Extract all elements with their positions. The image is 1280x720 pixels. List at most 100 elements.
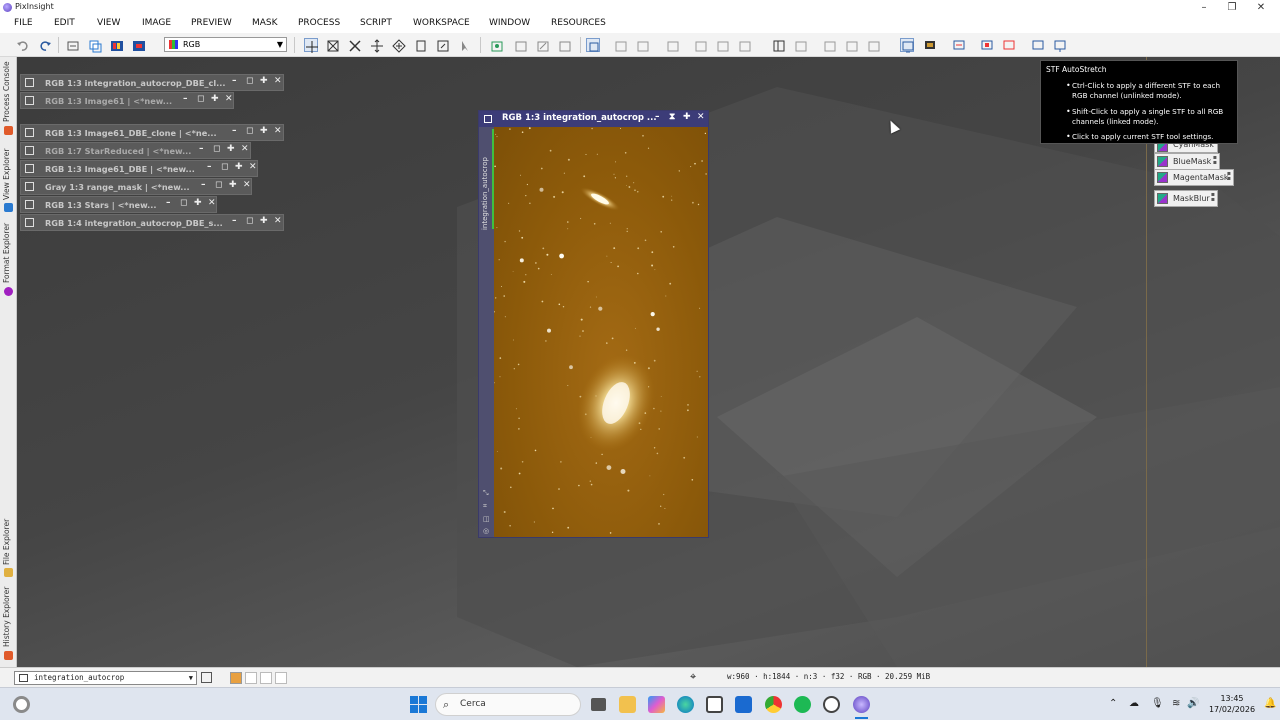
fit-icon[interactable]: ⌗ xyxy=(483,502,487,511)
maximize-icon[interactable]: ✚ xyxy=(227,144,235,154)
menu-image[interactable]: IMAGE xyxy=(142,18,171,28)
menu-resources[interactable]: RESOURCES xyxy=(551,18,606,28)
main-view-tab[interactable]: integration_autocrop xyxy=(481,157,489,230)
view-list-icon[interactable] xyxy=(201,672,212,683)
store-icon[interactable] xyxy=(706,696,723,713)
stf-link-icon[interactable] xyxy=(586,38,600,52)
close-icon[interactable]: ✕ xyxy=(274,126,282,136)
minimize-icon[interactable]: – xyxy=(232,216,237,226)
menu-mask[interactable]: MASK xyxy=(252,18,278,28)
screen-icon-2[interactable] xyxy=(980,38,994,52)
astro-image-canvas[interactable] xyxy=(494,127,708,537)
settings-icon[interactable]: ◎ xyxy=(483,527,489,535)
minimize-icon[interactable]: – xyxy=(232,126,237,136)
pointer-icon[interactable] xyxy=(458,38,472,52)
chrome-icon[interactable] xyxy=(765,696,782,713)
menu-view[interactable]: VIEW xyxy=(97,18,120,28)
undo-icon[interactable] xyxy=(16,38,30,52)
close-icon[interactable]: ✕ xyxy=(225,94,233,104)
icon-window-5[interactable]: RGB 1:3 Image61_DBE | <*new... – ◻ ✚ ✕ xyxy=(20,160,258,177)
close-icon[interactable]: ✕ xyxy=(249,162,257,172)
minimize-icon[interactable]: – xyxy=(166,198,171,208)
task-view-icon[interactable] xyxy=(591,698,606,711)
restore-icon[interactable]: ◻ xyxy=(246,216,253,226)
screen-icon-1[interactable] xyxy=(952,38,966,52)
redo-icon[interactable] xyxy=(38,38,52,52)
shade-icon[interactable]: ⧗ xyxy=(669,112,675,122)
close-icon[interactable]: ✕ xyxy=(241,144,249,154)
restore-icon[interactable]: ◻ xyxy=(180,198,187,208)
volume-icon[interactable]: 🔊 xyxy=(1187,698,1199,709)
start-button[interactable] xyxy=(410,696,427,713)
taskbar-search[interactable]: ⌕ Cerca xyxy=(435,693,581,716)
geometry-icon-11[interactable] xyxy=(867,38,881,52)
maximize-icon[interactable]: ✚ xyxy=(683,112,691,122)
close-icon[interactable]: ✕ xyxy=(243,180,251,190)
view-selector-strip[interactable]: integration_autocrop ⤡ ⌗ ◫ ◎ xyxy=(479,127,494,537)
minimize-icon[interactable]: – xyxy=(201,180,206,190)
edge-icon[interactable] xyxy=(677,696,694,713)
readout-mode-icon[interactable] xyxy=(304,38,318,53)
menu-script[interactable]: SCRIPT xyxy=(360,18,392,28)
screen-icon-4[interactable] xyxy=(1031,38,1045,52)
icon-window-6[interactable]: Gray 1:3 range_mask | <*new... – ◻ ✚ ✕ xyxy=(20,178,252,195)
edit-preview-icon[interactable] xyxy=(436,38,450,52)
zoom-out-icon[interactable] xyxy=(348,38,362,52)
geometry-icon-3[interactable] xyxy=(666,38,680,52)
show-mask-icon[interactable] xyxy=(514,38,528,52)
zoom-icon[interactable]: ⤡ xyxy=(483,489,489,498)
enable-mask-icon[interactable] xyxy=(558,38,572,52)
menu-window[interactable]: WINDOW xyxy=(489,18,530,28)
stf-reset-icon[interactable] xyxy=(923,38,937,52)
close-icon[interactable]: ✕ xyxy=(274,216,282,226)
mask-blue[interactable]: BlueMask ▪ ▪ xyxy=(1154,153,1220,170)
icon-window-4[interactable]: RGB 1:7 StarReduced | <*new... – ◻ ✚ ✕ xyxy=(20,142,251,159)
close-icon[interactable]: ✕ xyxy=(697,112,705,122)
spotify-icon[interactable] xyxy=(794,696,811,713)
copilot-icon[interactable] xyxy=(648,696,665,713)
restore-icon[interactable]: ◻ xyxy=(221,162,228,172)
tab-process-console[interactable]: Process Console xyxy=(2,60,15,122)
image-window[interactable]: RGB 1:3 integration_autocrop ... – ⧗ ✚ ✕… xyxy=(478,110,709,538)
restore-icon[interactable]: ◻ xyxy=(246,126,253,136)
color-channels-icon[interactable] xyxy=(110,38,124,52)
image-window-titlebar[interactable]: RGB 1:3 integration_autocrop ... – ⧗ ✚ ✕ xyxy=(479,111,708,127)
geometry-icon-6[interactable] xyxy=(738,38,752,52)
menu-workspace[interactable]: WORKSPACE xyxy=(413,18,470,28)
maximize-icon[interactable]: ✚ xyxy=(229,180,237,190)
file-explorer-icon[interactable] xyxy=(619,696,636,713)
maximize-icon[interactable]: ✚ xyxy=(260,126,268,136)
maximize-icon[interactable]: ✚ xyxy=(260,216,268,226)
close-icon[interactable]: ✕ xyxy=(208,198,216,208)
drag-handle-icon[interactable]: ▪ ▪ xyxy=(1213,155,1217,166)
close-window-button[interactable]: ✕ xyxy=(1247,0,1275,15)
mask-toggle-icon[interactable]: ◫ xyxy=(483,515,490,523)
screen-icon-3[interactable] xyxy=(1002,38,1016,52)
geometry-icon-7[interactable] xyxy=(772,38,786,52)
pan-mode-icon[interactable] xyxy=(370,38,384,53)
geometry-icon-4[interactable] xyxy=(694,38,708,52)
icon-window-8[interactable]: RGB 1:4 integration_autocrop_DBE_s... – … xyxy=(20,214,284,231)
restore-icon[interactable]: ◻ xyxy=(246,76,253,86)
weather-icon[interactable] xyxy=(13,696,30,713)
minimize-icon[interactable]: – xyxy=(232,76,237,86)
pixinsight-taskbar-icon[interactable] xyxy=(853,696,870,713)
geometry-icon-1[interactable] xyxy=(614,38,628,52)
restore-icon[interactable]: ◻ xyxy=(197,94,204,104)
maximize-button[interactable]: ❐ xyxy=(1218,0,1246,15)
minimize-icon[interactable]: – xyxy=(199,144,204,154)
wifi-icon[interactable]: ≋ xyxy=(1172,698,1180,709)
menu-preview[interactable]: PREVIEW xyxy=(191,18,232,28)
geometry-icon-10[interactable] xyxy=(845,38,859,52)
drag-handle-icon[interactable]: ▪ ▪ xyxy=(1227,171,1231,182)
minimize-icon[interactable]: – xyxy=(183,94,188,104)
zoom-mode-icon[interactable] xyxy=(392,38,406,53)
invert-mask-icon[interactable] xyxy=(536,38,550,52)
icon-window-7[interactable]: RGB 1:3 Stars | <*new... – ◻ ✚ ✕ xyxy=(20,196,217,213)
geometry-icon-2[interactable] xyxy=(636,38,650,52)
icon-window-3[interactable]: RGB 1:3 Image61_DBE_clone | <*ne... – ◻ … xyxy=(20,124,284,141)
color-swatch-1[interactable] xyxy=(245,672,257,684)
stf-autostretch-icon[interactable] xyxy=(900,38,914,53)
icon-window-1[interactable]: RGB 1:3 integration_autocrop_DBE_cl... –… xyxy=(20,74,284,91)
chevron-up-icon[interactable]: ⌃ xyxy=(1109,698,1117,709)
